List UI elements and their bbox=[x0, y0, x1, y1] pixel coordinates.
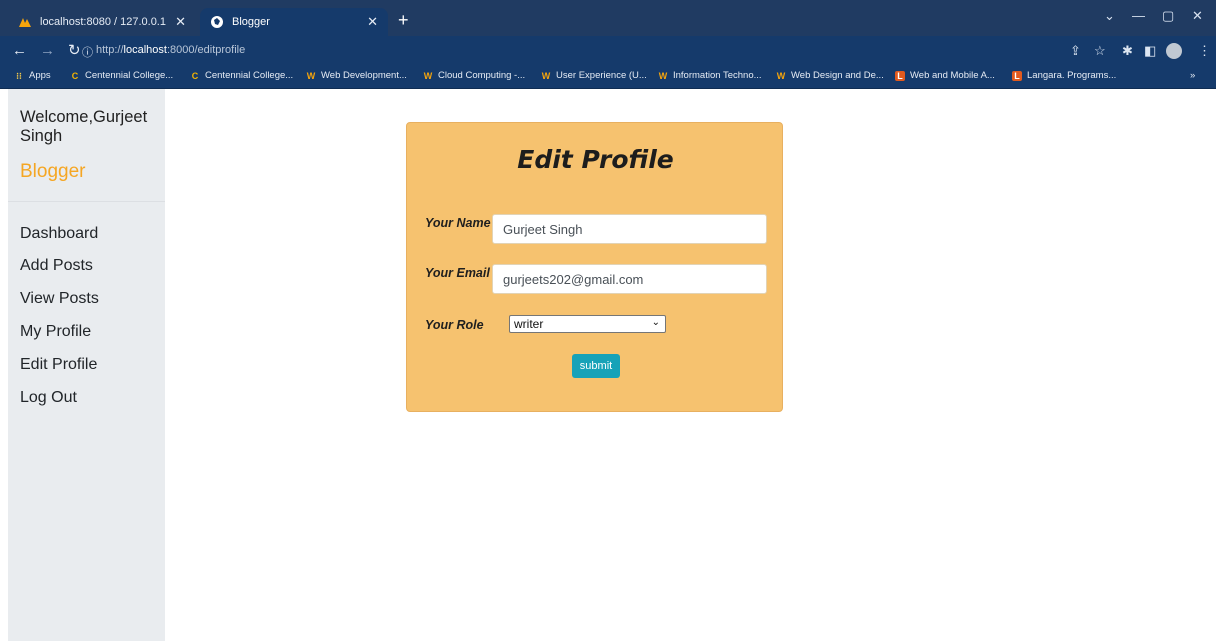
w-icon: W bbox=[541, 70, 551, 81]
email-field[interactable] bbox=[492, 264, 767, 294]
tab-title: localhost:8080 / 127.0.0.1 | phpM bbox=[40, 16, 169, 28]
bookmark-label: Langara. Programs... bbox=[1027, 70, 1117, 81]
url-host: localhost bbox=[123, 44, 167, 56]
restore-icon[interactable]: ▢ bbox=[1162, 8, 1174, 24]
centennial-icon: C bbox=[191, 70, 199, 81]
apps-grid-icon: ⁝⁝ bbox=[16, 70, 22, 81]
extensions-icon[interactable]: ✱ bbox=[1122, 43, 1133, 59]
bookmark-information-tech[interactable]: W Information Techno... bbox=[658, 70, 762, 81]
url-prefix: http:// bbox=[96, 44, 124, 56]
close-tab-icon[interactable]: ✕ bbox=[367, 14, 378, 30]
bookmark-web-design[interactable]: W Web Design and De... bbox=[776, 70, 884, 81]
info-icon[interactable]: ⓘ bbox=[82, 44, 93, 62]
w-icon: W bbox=[776, 70, 786, 81]
share-icon[interactable]: ⇪ bbox=[1070, 43, 1081, 59]
bookmark-cloud-computing[interactable]: W Cloud Computing -... bbox=[423, 70, 525, 81]
page-title: Edit Profile bbox=[517, 145, 674, 174]
bookmark-label: Apps bbox=[29, 70, 51, 81]
centennial-icon: C bbox=[71, 70, 79, 81]
tab-title: Blogger bbox=[232, 16, 270, 28]
bookmark-user-experience[interactable]: W User Experience (U... bbox=[541, 70, 647, 81]
tab-search-chevron-icon[interactable]: ⌄ bbox=[1104, 8, 1115, 24]
forward-icon[interactable]: → bbox=[40, 42, 55, 60]
w-icon: W bbox=[306, 70, 316, 81]
sidebar-item-dashboard[interactable]: Dashboard bbox=[20, 225, 98, 243]
globe-icon bbox=[211, 16, 223, 28]
edit-profile-card: Edit Profile Your Name Your Email Your R… bbox=[406, 122, 783, 412]
bookmark-centennial-1[interactable]: C Centennial College... bbox=[70, 70, 173, 81]
menu-kebab-icon[interactable]: ⋮ bbox=[1198, 43, 1211, 59]
bookmark-label: Web Development... bbox=[321, 70, 407, 81]
url-path: :8000/editprofile bbox=[166, 44, 246, 56]
submit-button[interactable]: submit bbox=[572, 354, 620, 378]
star-icon[interactable]: ☆ bbox=[1094, 43, 1106, 59]
langara-icon: L bbox=[895, 70, 905, 81]
role-label: Your Role bbox=[425, 318, 484, 332]
chevron-down-icon: ⌄ bbox=[651, 317, 660, 328]
w-icon: W bbox=[658, 70, 668, 81]
bookmark-centennial-2[interactable]: C Centennial College... bbox=[190, 70, 293, 81]
bookmark-web-development[interactable]: W Web Development... bbox=[306, 70, 407, 81]
bookmark-apps[interactable]: ⁝⁝ Apps bbox=[14, 70, 51, 81]
bookmark-label: Centennial College... bbox=[85, 70, 174, 81]
sidebar-item-view-posts[interactable]: View Posts bbox=[20, 290, 99, 308]
bookmarks-bar: ⁝⁝ Apps C Centennial College... C Centennia… bbox=[0, 66, 1216, 89]
minimize-icon[interactable]: — bbox=[1132, 8, 1145, 23]
bookmark-label: Web Design and De... bbox=[791, 70, 884, 81]
phpmyadmin-icon bbox=[19, 18, 31, 27]
bookmark-label: Cloud Computing -... bbox=[438, 70, 526, 81]
bookmark-label: User Experience (U... bbox=[556, 70, 647, 81]
welcome-text: Welcome,Gurjeet Singh bbox=[20, 108, 148, 145]
sidebar-item-log-out[interactable]: Log Out bbox=[20, 389, 77, 407]
close-window-icon[interactable]: ✕ bbox=[1192, 8, 1203, 24]
more-bookmarks-icon[interactable]: » bbox=[1190, 70, 1195, 81]
sidebar: Welcome,Gurjeet Singh Blogger Dashboard … bbox=[8, 89, 165, 641]
bookmark-label: Web and Mobile A... bbox=[910, 70, 995, 81]
new-tab-icon[interactable]: + bbox=[398, 10, 409, 30]
back-icon[interactable]: ← bbox=[12, 42, 27, 60]
role-select-value: writer bbox=[514, 317, 544, 331]
bookmark-label: Centennial College... bbox=[205, 70, 294, 81]
name-label: Your Name bbox=[425, 216, 491, 230]
bookmark-langara[interactable]: L Langara. Programs... bbox=[1012, 70, 1116, 81]
sidebar-divider bbox=[8, 201, 165, 202]
brand-logo-text[interactable]: Blogger bbox=[20, 161, 86, 183]
close-tab-icon[interactable]: ✕ bbox=[175, 14, 186, 30]
address-bar-row: ← → ↻ ⓘ http://localhost:8000/editprofil… bbox=[0, 36, 1216, 66]
bookmark-web-mobile[interactable]: L Web and Mobile A... bbox=[895, 70, 995, 81]
role-select[interactable]: writer ⌄ bbox=[509, 315, 666, 333]
profile-avatar-icon[interactable] bbox=[1166, 43, 1182, 59]
name-field[interactable] bbox=[492, 214, 767, 244]
sidebar-item-add-posts[interactable]: Add Posts bbox=[20, 257, 93, 275]
bookmark-label: Information Techno... bbox=[673, 70, 762, 81]
url-field[interactable]: http://localhost:8000/editprofile bbox=[96, 44, 245, 56]
email-label: Your Email bbox=[425, 266, 490, 280]
browser-tab-strip: localhost:8080 / 127.0.0.1 | phpM ✕ Blog… bbox=[0, 0, 1216, 36]
langara-icon: L bbox=[1012, 70, 1022, 81]
tab-blogger[interactable]: Blogger ✕ bbox=[200, 8, 388, 36]
side-panel-icon[interactable]: ◧ bbox=[1144, 43, 1156, 59]
tab-phpmyadmin[interactable]: localhost:8080 / 127.0.0.1 | phpM ✕ bbox=[8, 8, 196, 36]
sidebar-item-my-profile[interactable]: My Profile bbox=[20, 323, 91, 341]
w-icon: W bbox=[423, 70, 433, 81]
sidebar-item-edit-profile[interactable]: Edit Profile bbox=[20, 356, 97, 374]
reload-icon[interactable]: ↻ bbox=[68, 42, 81, 60]
